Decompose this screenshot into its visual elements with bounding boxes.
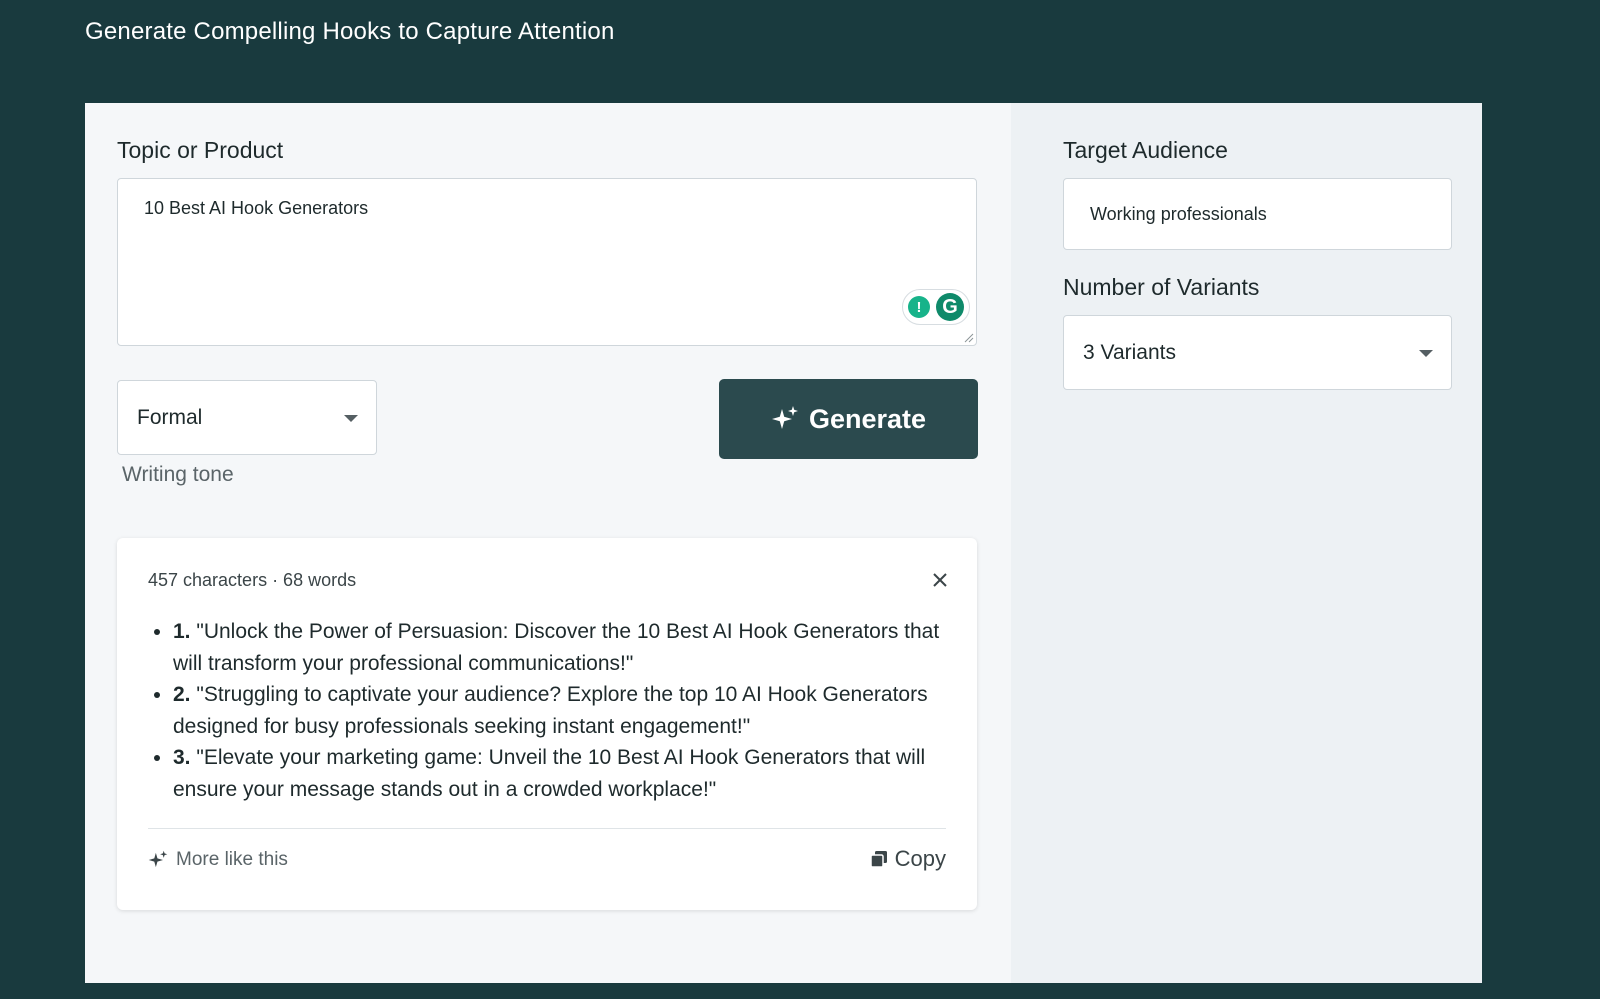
hook-item: 1. "Unlock the Power of Persuasion: Disc…	[173, 616, 953, 679]
card-divider	[148, 828, 946, 829]
tone-helper-text: Writing tone	[122, 463, 234, 486]
hook-item: 2. "Struggling to captivate your audienc…	[173, 679, 953, 742]
result-card: 457 characters · 68 words 1. "Unlock the…	[117, 538, 977, 910]
resize-handle-icon[interactable]	[964, 333, 974, 343]
hook-number: 2.	[173, 683, 191, 706]
generate-button[interactable]: Generate	[719, 379, 978, 459]
page-title: Generate Compelling Hooks to Capture Att…	[85, 18, 615, 45]
right-column: Target Audience Working professionals Nu…	[1011, 103, 1482, 983]
copy-label: Copy	[894, 846, 946, 871]
chevron-down-icon	[1419, 349, 1433, 357]
hook-number: 3.	[173, 746, 191, 769]
sparkle-icon	[771, 406, 798, 429]
generator-panel: Topic or Product 10 Best AI Hook Generat…	[85, 103, 1482, 983]
generate-button-label: Generate	[808, 403, 927, 434]
chevron-down-icon	[344, 414, 358, 422]
audience-value: Working professionals	[1090, 203, 1267, 224]
tone-select[interactable]: Formal	[117, 380, 377, 455]
grammarly-icon[interactable]: G	[936, 293, 964, 321]
grammarly-widget[interactable]: ! G	[902, 289, 970, 325]
topic-label: Topic or Product	[117, 137, 284, 163]
tone-select-value: Formal	[137, 405, 203, 429]
copy-button[interactable]: Copy	[869, 843, 946, 875]
hook-text: "Struggling to captivate your audience? …	[173, 683, 928, 738]
sparkle-icon	[148, 850, 168, 868]
topic-textarea[interactable]: 10 Best AI Hook Generators ! G	[117, 178, 977, 346]
result-stats: 457 characters · 68 words	[148, 570, 357, 590]
audience-label: Target Audience	[1063, 137, 1228, 163]
left-column: Topic or Product 10 Best AI Hook Generat…	[85, 103, 1011, 983]
hook-text: "Elevate your marketing game: Unveil the…	[173, 746, 926, 801]
hook-item: 3. "Elevate your marketing game: Unveil …	[173, 742, 953, 805]
hook-number: 1.	[173, 620, 191, 643]
close-icon[interactable]	[931, 571, 949, 589]
audience-input[interactable]: Working professionals	[1063, 178, 1452, 250]
more-like-this-label: More like this	[176, 849, 288, 870]
variants-select[interactable]: 3 Variants	[1063, 315, 1452, 390]
copy-icon	[869, 851, 887, 868]
more-like-this-button[interactable]: More like this	[148, 845, 288, 875]
variants-label: Number of Variants	[1063, 274, 1260, 300]
topic-text: 10 Best AI Hook Generators	[144, 198, 369, 218]
hook-text: "Unlock the Power of Persuasion: Discove…	[173, 620, 940, 675]
lightbulb-icon[interactable]: !	[908, 296, 930, 318]
variants-select-value: 3 Variants	[1083, 340, 1176, 364]
hooks-list: 1. "Unlock the Power of Persuasion: Disc…	[148, 616, 953, 805]
